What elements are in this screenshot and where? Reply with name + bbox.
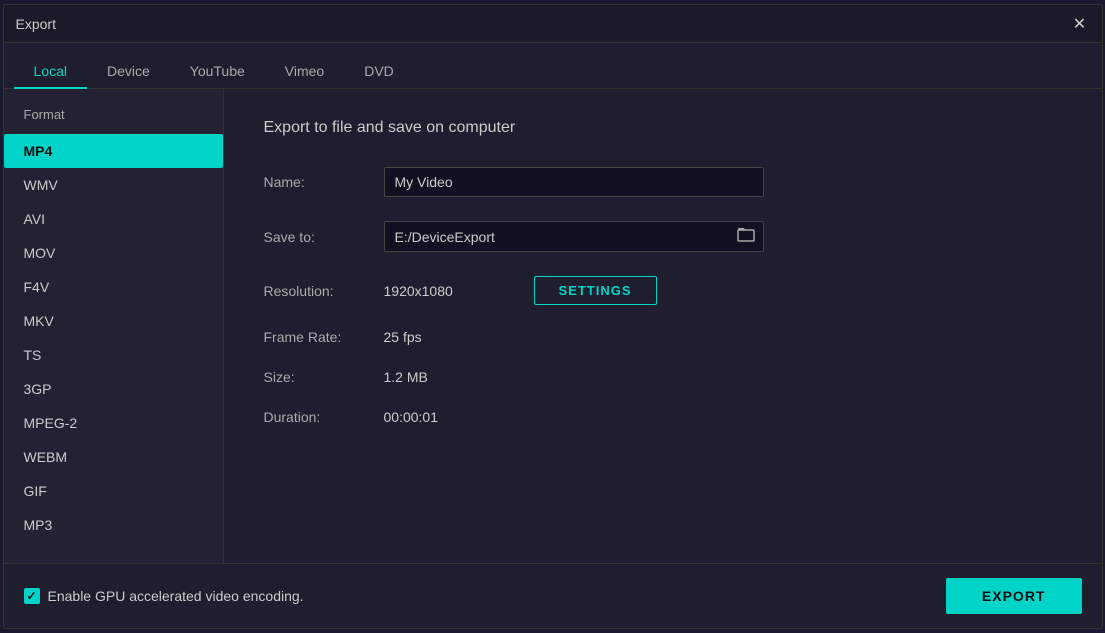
export-dialog: Export ✕ Local Device YouTube Vimeo DVD … <box>3 4 1103 629</box>
frame-rate-field-row: Frame Rate: 25 fps <box>264 329 1062 345</box>
tab-device[interactable]: Device <box>87 55 170 89</box>
resolution-row: 1920x1080 SETTINGS <box>384 276 657 305</box>
save-to-label: Save to: <box>264 229 384 245</box>
format-wmv[interactable]: WMV <box>4 168 223 202</box>
name-input[interactable] <box>384 167 764 197</box>
name-label: Name: <box>264 174 384 190</box>
frame-rate-label: Frame Rate: <box>264 329 384 345</box>
format-f4v[interactable]: F4V <box>4 270 223 304</box>
format-mp3[interactable]: MP3 <box>4 508 223 542</box>
resolution-value: 1920x1080 <box>384 283 504 299</box>
tab-bar: Local Device YouTube Vimeo DVD <box>4 43 1102 89</box>
size-label: Size: <box>264 369 384 385</box>
format-gif[interactable]: GIF <box>4 474 223 508</box>
title-bar: Export ✕ <box>4 5 1102 43</box>
tab-vimeo[interactable]: Vimeo <box>265 55 344 89</box>
bottom-bar: Enable GPU accelerated video encoding. E… <box>4 563 1102 628</box>
section-title: Export to file and save on computer <box>264 119 1062 137</box>
format-mkv[interactable]: MKV <box>4 304 223 338</box>
format-avi[interactable]: AVI <box>4 202 223 236</box>
format-mp4[interactable]: MP4 <box>4 134 223 168</box>
size-value: 1.2 MB <box>384 369 1062 385</box>
format-ts[interactable]: TS <box>4 338 223 372</box>
main-panel: Export to file and save on computer Name… <box>224 89 1102 563</box>
gpu-checkbox-label[interactable]: Enable GPU accelerated video encoding. <box>24 588 304 604</box>
save-to-wrapper <box>384 221 764 252</box>
duration-label: Duration: <box>264 409 384 425</box>
size-field-row: Size: 1.2 MB <box>264 369 1062 385</box>
tab-dvd[interactable]: DVD <box>344 55 414 89</box>
format-3gp[interactable]: 3GP <box>4 372 223 406</box>
format-mov[interactable]: MOV <box>4 236 223 270</box>
browse-folder-button[interactable] <box>729 222 763 251</box>
format-webm[interactable]: WEBM <box>4 440 223 474</box>
format-sidebar: Format MP4 WMV AVI MOV F4V MKV TS 3GP MP… <box>4 89 224 563</box>
close-button[interactable]: ✕ <box>1070 14 1090 34</box>
name-field-row: Name: <box>264 167 1062 197</box>
save-to-field-row: Save to: <box>264 221 1062 252</box>
resolution-field-row: Resolution: 1920x1080 SETTINGS <box>264 276 1062 305</box>
format-header: Format <box>4 99 223 130</box>
frame-rate-value: 25 fps <box>384 329 1062 345</box>
content-area: Format MP4 WMV AVI MOV F4V MKV TS 3GP MP… <box>4 89 1102 563</box>
duration-value: 00:00:01 <box>384 409 1062 425</box>
export-button[interactable]: EXPORT <box>946 578 1082 614</box>
tab-youtube[interactable]: YouTube <box>170 55 265 89</box>
dialog-title: Export <box>16 16 56 32</box>
format-mpeg2[interactable]: MPEG-2 <box>4 406 223 440</box>
gpu-label-text: Enable GPU accelerated video encoding. <box>48 588 304 604</box>
tab-local[interactable]: Local <box>14 55 87 89</box>
resolution-label: Resolution: <box>264 283 384 299</box>
settings-button[interactable]: SETTINGS <box>534 276 657 305</box>
duration-field-row: Duration: 00:00:01 <box>264 409 1062 425</box>
save-to-input[interactable] <box>385 223 729 251</box>
gpu-checkbox[interactable] <box>24 588 40 604</box>
